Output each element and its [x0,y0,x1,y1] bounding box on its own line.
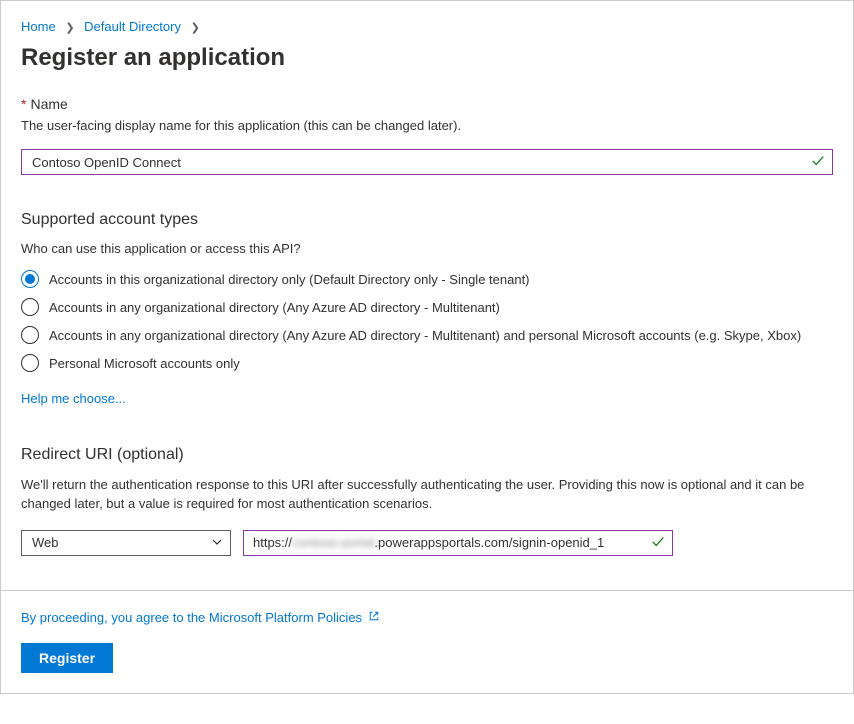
name-input[interactable] [21,149,833,175]
policy-link-text: By proceeding, you agree to the Microsof… [21,610,362,625]
radio-icon [21,354,39,372]
chevron-right-icon: ❯ [59,22,80,34]
account-types-heading: Supported account types [21,211,833,229]
platform-selected-value: Web [32,535,59,550]
redirect-uri-input[interactable] [243,530,673,556]
radio-personal-only[interactable]: Personal Microsoft accounts only [21,354,833,372]
redirect-uri-row: Web https://contoso-portal.powerappsport… [21,530,833,556]
main-content: Home ❯ Default Directory ❯ Register an a… [1,1,853,590]
platform-policies-link[interactable]: By proceeding, you agree to the Microsof… [21,610,380,625]
footer: By proceeding, you agree to the Microsof… [1,590,853,693]
chevron-right-icon: ❯ [185,22,206,34]
app-registration-page: Home ❯ Default Directory ❯ Register an a… [0,0,854,694]
account-types-radio-group: Accounts in this organizational director… [21,270,833,372]
breadcrumb-home[interactable]: Home [21,19,56,34]
radio-multitenant[interactable]: Accounts in any organizational directory… [21,298,833,316]
name-label-text: Name [30,96,67,112]
radio-label: Accounts in this organizational director… [49,272,530,287]
radio-label: Personal Microsoft accounts only [49,356,240,371]
radio-icon [21,298,39,316]
radio-single-tenant[interactable]: Accounts in this organizational director… [21,270,833,288]
account-types-question: Who can use this application or access t… [21,241,833,256]
name-label: *Name [21,96,833,112]
redirect-uri-heading: Redirect URI (optional) [21,446,833,464]
radio-label: Accounts in any organizational directory… [49,300,500,315]
redirect-uri-description: We'll return the authentication response… [21,476,833,514]
page-title: Register an application [21,44,833,72]
breadcrumb: Home ❯ Default Directory ❯ [21,19,833,34]
external-link-icon [368,610,380,625]
radio-icon [21,326,39,344]
radio-label: Accounts in any organizational directory… [49,328,801,343]
required-asterisk: * [21,96,26,112]
radio-icon [21,270,39,288]
breadcrumb-directory[interactable]: Default Directory [84,19,181,34]
redirect-uri-input-wrapper: https://contoso-portal.powerappsportals.… [243,530,673,556]
name-description: The user-facing display name for this ap… [21,118,833,133]
platform-select[interactable]: Web [21,530,231,556]
register-button[interactable]: Register [21,643,113,673]
help-me-choose-link[interactable]: Help me choose... [21,391,126,406]
platform-select-wrapper: Web [21,530,231,556]
radio-multitenant-personal[interactable]: Accounts in any organizational directory… [21,326,833,344]
name-input-wrapper [21,149,833,175]
